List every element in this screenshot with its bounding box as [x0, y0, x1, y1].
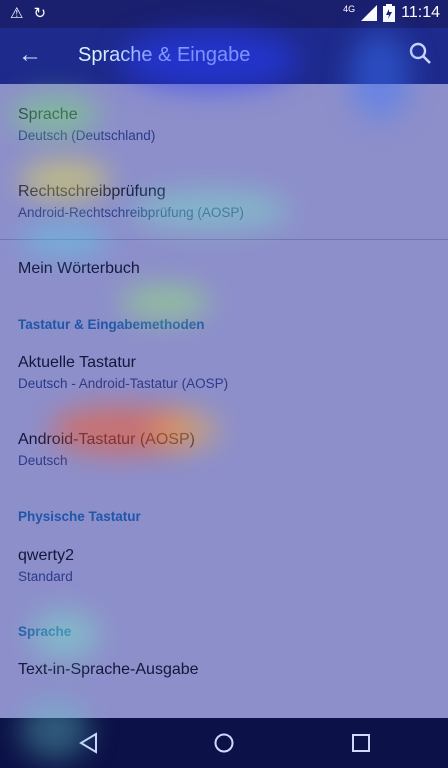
- search-icon[interactable]: [408, 40, 432, 66]
- back-triangle-icon[interactable]: [76, 730, 102, 756]
- list-item-title: Text-in-Sprache-Ausgabe: [18, 661, 199, 678]
- list-item-title: qwerty2: [18, 547, 75, 564]
- warning-icon: ⚠: [10, 5, 24, 22]
- sync-icon: ↻: [33, 5, 47, 22]
- divider: [0, 239, 448, 240]
- battery-icon: [383, 4, 396, 22]
- signal-icon: [361, 5, 378, 21]
- navigation-bar: [0, 718, 448, 768]
- section-header-physical: Physische Tastatur: [18, 509, 141, 524]
- list-item-dictionary[interactable]: Mein Wörterbuch: [18, 260, 430, 278]
- list-item-android-keyboard[interactable]: Android-Tastatur (AOSP) Deutsch: [18, 431, 430, 468]
- section-header-keyboard: Tastatur & Eingabemethoden: [18, 317, 205, 332]
- list-item-title: Rechtschreibprüfung: [18, 183, 166, 200]
- arrow-left-icon[interactable]: ←: [18, 42, 42, 68]
- list-item-title: Android-Tastatur (AOSP): [18, 431, 195, 448]
- list-item-subtitle: Android-Rechtschreibprüfung (AOSP): [18, 205, 244, 220]
- list-item-subtitle: Standard: [18, 569, 73, 584]
- clock: 11:14: [401, 4, 440, 21]
- list-item-current-keyboard[interactable]: Aktuelle Tastatur Deutsch - Android-Tast…: [18, 354, 430, 391]
- list-item-spellcheck[interactable]: Rechtschreibprüfung Android-Rechtschreib…: [18, 183, 430, 220]
- list-item-subtitle: Deutsch: [18, 453, 68, 468]
- app-toolbar: ← Sprache & Eingabe: [0, 28, 448, 84]
- page-title: Sprache & Eingabe: [78, 44, 251, 66]
- network-type: 4G: [343, 4, 356, 14]
- status-bar: ⚠ ↻ 4G 11:14: [0, 0, 448, 28]
- section-header-speech: Sprache: [18, 624, 72, 639]
- list-item-title: Sprache: [18, 106, 78, 123]
- recents-square-icon[interactable]: [348, 730, 374, 756]
- list-item-tts[interactable]: Text-in-Sprache-Ausgabe: [18, 661, 430, 679]
- list-item-title: Aktuelle Tastatur: [18, 354, 136, 371]
- list-item-qwerty[interactable]: qwerty2 Standard: [18, 547, 430, 584]
- home-circle-icon[interactable]: [211, 730, 237, 756]
- list-item-title: Mein Wörterbuch: [18, 260, 140, 277]
- list-item-language[interactable]: Sprache Deutsch (Deutschland): [18, 106, 430, 143]
- list-item-subtitle: Deutsch (Deutschland): [18, 128, 156, 143]
- settings-list: Sprache Deutsch (Deutschland) Rechtschre…: [0, 84, 448, 718]
- list-item-subtitle: Deutsch - Android-Tastatur (AOSP): [18, 376, 229, 391]
